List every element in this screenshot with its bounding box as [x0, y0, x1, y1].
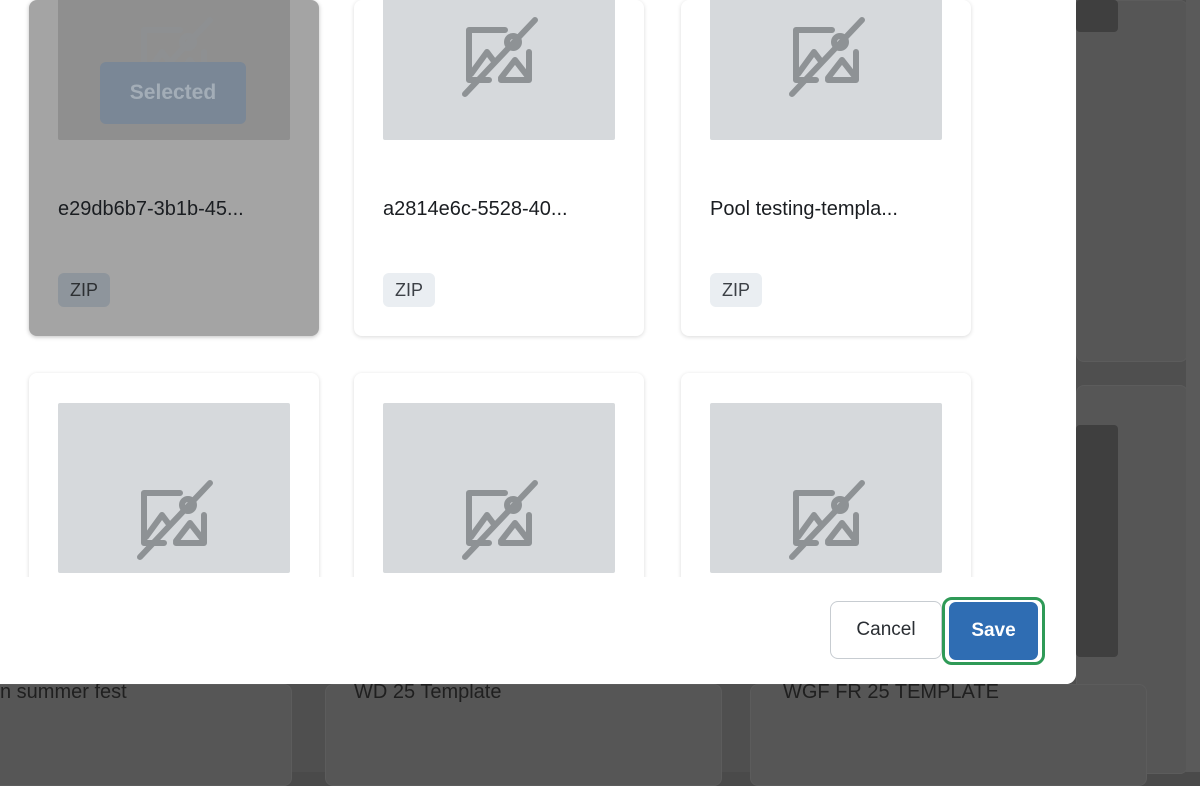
template-title: Pool testing-templa... [710, 198, 898, 220]
file-type-badge: ZIP [58, 273, 111, 307]
template-card[interactable]: Pool testing-templa... ZIP [681, 0, 971, 336]
background-thumbnail [1076, 0, 1118, 32]
template-thumbnail [58, 403, 290, 573]
background-card [1076, 0, 1188, 362]
template-thumbnail [710, 0, 942, 140]
image-off-icon [789, 480, 865, 560]
image-off-icon [462, 480, 538, 560]
selected-overlay-label: Selected [100, 62, 246, 124]
template-card[interactable] [681, 373, 971, 577]
template-card[interactable] [29, 373, 319, 577]
template-card-selected[interactable]: Selected e29db6b7-3b1b-45... ZIP [29, 0, 319, 336]
template-picker-modal: Selected e29db6b7-3b1b-45... ZIP a2814e6… [0, 0, 1076, 684]
template-thumbnail [710, 403, 942, 573]
cancel-button[interactable]: Cancel [830, 601, 942, 659]
modal-scrollbar[interactable] [1056, 0, 1076, 577]
modal-footer: Cancel Save [0, 577, 1076, 684]
template-card[interactable] [354, 373, 644, 577]
file-type-badge: ZIP [383, 273, 436, 307]
image-off-icon [137, 480, 213, 560]
template-card[interactable]: a2814e6c-5528-40... ZIP [354, 0, 644, 336]
template-thumbnail: Selected [58, 0, 290, 140]
save-button[interactable]: Save [949, 602, 1038, 660]
background-scrollbar [1186, 0, 1200, 772]
file-type-badge: ZIP [710, 273, 763, 307]
background-thumbnail [1076, 425, 1118, 657]
background-template-title: WGF FR 25 TEMPLATE [783, 681, 999, 703]
background-template-title: n summer fest [0, 681, 127, 703]
template-thumbnail [383, 403, 615, 573]
background-template-title: WD 25 Template [354, 681, 502, 703]
template-thumbnail [383, 0, 615, 140]
template-grid[interactable]: Selected e29db6b7-3b1b-45... ZIP a2814e6… [0, 0, 1056, 577]
image-off-icon [789, 17, 865, 97]
image-off-icon [462, 17, 538, 97]
template-title: e29db6b7-3b1b-45... [58, 198, 244, 220]
template-title: a2814e6c-5528-40... [383, 198, 568, 220]
